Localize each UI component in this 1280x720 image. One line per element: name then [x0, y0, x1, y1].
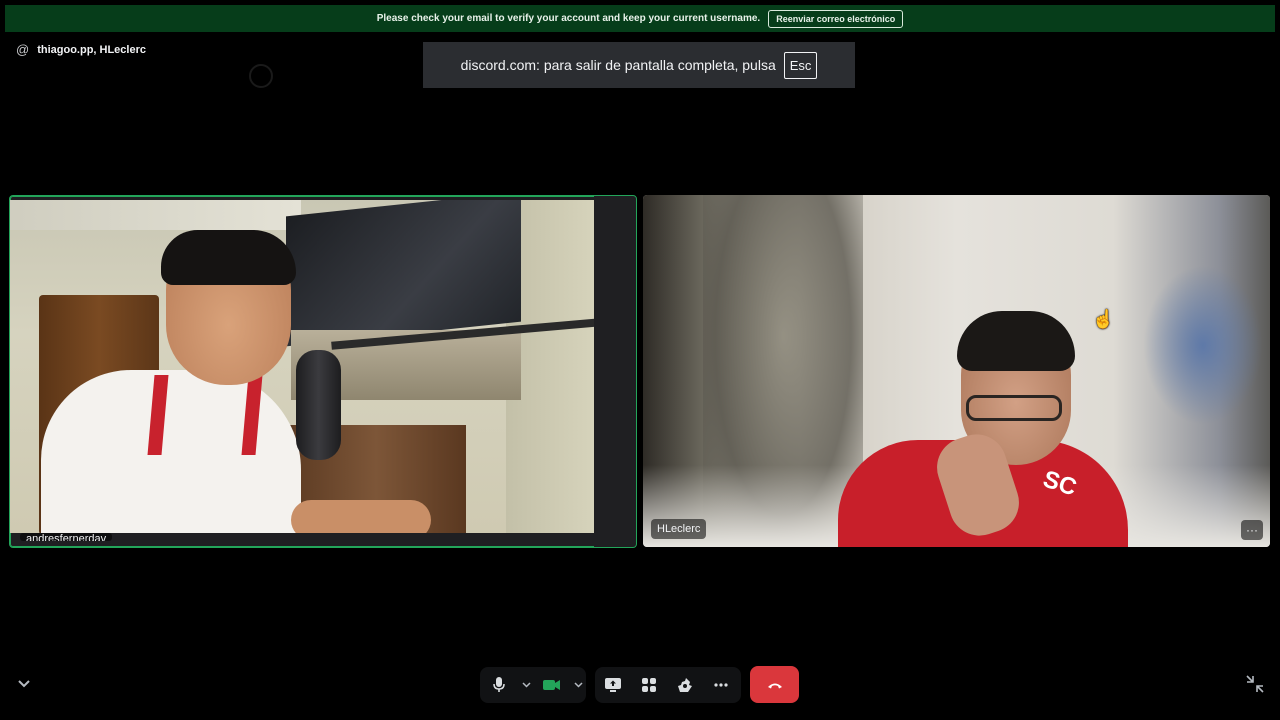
activities-button[interactable] [631, 667, 667, 703]
soundboard-button[interactable] [667, 667, 703, 703]
video-feed: SC [643, 195, 1270, 547]
more-options-button[interactable] [703, 667, 739, 703]
call-header: @ thiagoo.pp, HLeclerc [16, 42, 146, 57]
camera-button[interactable] [534, 667, 570, 703]
call-participants-label: thiagoo.pp, HLeclerc [37, 43, 146, 56]
hand-cursor-icon: ☝ [1092, 309, 1115, 329]
disconnect-button[interactable] [750, 666, 799, 703]
video-tile-hleclerc[interactable]: SC HLeclerc ··· [643, 195, 1270, 547]
audio-video-controls [480, 667, 586, 703]
camera-icon [543, 680, 560, 690]
exit-fullscreen-icon [1246, 675, 1264, 693]
hang-up-icon [767, 683, 782, 688]
activities-icon [642, 678, 656, 692]
discord-call-fullscreen: Please check your email to verify your a… [0, 0, 1280, 720]
esc-key-label: Esc [783, 51, 818, 79]
notice-text: Please check your email to verify your a… [376, 13, 761, 24]
screen-share-icon [605, 678, 621, 692]
exit-fullscreen-button[interactable] [1246, 675, 1264, 698]
video-feed [10, 200, 603, 533]
screen-share-button[interactable] [595, 667, 631, 703]
camera-options-chevron[interactable] [570, 667, 586, 703]
at-icon: @ [16, 42, 30, 57]
fullscreen-toast: discord.com: para salir de pantalla comp… [423, 42, 855, 88]
tile-more-options-button[interactable]: ··· [1241, 520, 1263, 540]
resend-email-button[interactable]: Reenviar correo electrónico [768, 9, 904, 28]
chevron-down-icon[interactable] [17, 676, 31, 692]
more-icon: ··· [1246, 523, 1258, 537]
participant-name-tag: andresfernerdav [20, 533, 113, 541]
microphone-options-chevron[interactable] [518, 667, 534, 703]
participant-name-tag: HLeclerc [651, 519, 707, 539]
microphone-icon [493, 677, 505, 692]
more-icon [714, 683, 728, 687]
video-tile-andresfernerdav[interactable]: andresfernerdav [9, 195, 637, 548]
fullscreen-toast-text: discord.com: para salir de pantalla comp… [460, 57, 776, 73]
microphone-button[interactable] [480, 667, 518, 703]
verify-email-notice: Please check your email to verify your a… [5, 5, 1275, 32]
loading-ring [249, 64, 273, 88]
soundboard-icon [678, 678, 692, 692]
call-action-controls [595, 667, 741, 703]
